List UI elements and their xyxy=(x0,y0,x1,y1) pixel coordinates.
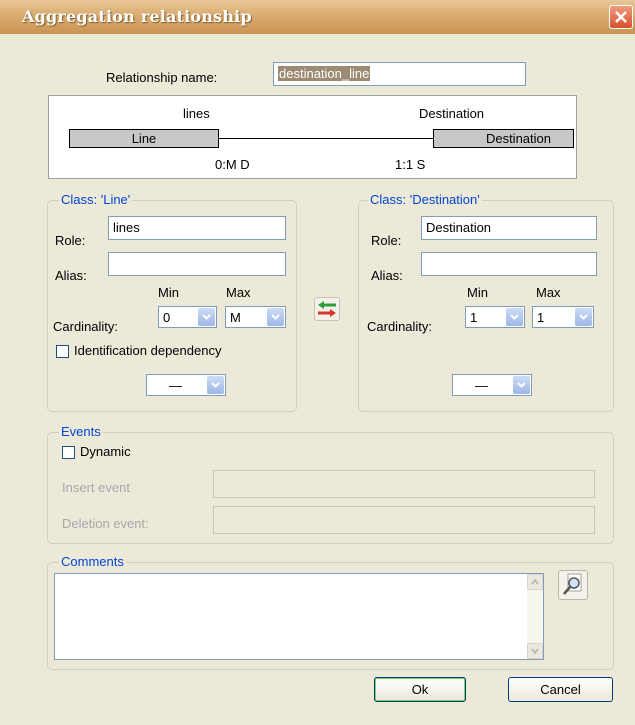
left-min-value: 0 xyxy=(163,310,171,325)
chevron-up-icon xyxy=(531,578,539,585)
left-alias-input[interactable] xyxy=(108,252,286,276)
comments-scrollbar[interactable] xyxy=(527,574,543,659)
magnifier-icon xyxy=(563,573,582,595)
left-cardinality-label: Cardinality: xyxy=(53,319,119,334)
relationship-name-label: Relationship name: xyxy=(106,70,218,85)
left-role-input[interactable]: lines xyxy=(108,216,286,240)
ok-button[interactable]: Ok xyxy=(374,677,466,702)
right-alias-input[interactable] xyxy=(421,252,597,276)
chevron-down-icon xyxy=(202,314,211,320)
left-max-value: M xyxy=(230,310,241,325)
right-role-label: Role: xyxy=(371,233,402,248)
insert-event-input[interactable] xyxy=(213,470,595,498)
right-extra-value: — xyxy=(475,378,488,393)
diagram-connector-line xyxy=(218,138,434,139)
diagram-left-role: lines xyxy=(183,106,210,121)
deletion-event-input[interactable] xyxy=(213,506,595,534)
right-min-value: 1 xyxy=(470,310,478,325)
cancel-button[interactable]: Cancel xyxy=(508,677,613,702)
comments-legend: Comments xyxy=(59,554,126,569)
close-icon xyxy=(615,11,627,23)
scroll-down-button[interactable] xyxy=(527,643,543,659)
left-alias-label: Alias: xyxy=(55,268,87,283)
right-min-select[interactable]: 1 xyxy=(465,306,525,328)
ident-dependency-label: Identification dependency xyxy=(74,343,222,358)
left-max-dropdown-button[interactable] xyxy=(267,308,284,326)
left-max-label: Max xyxy=(226,285,251,300)
right-max-select[interactable]: 1 xyxy=(532,306,594,328)
ident-dependency-checkbox[interactable] xyxy=(56,345,69,358)
title-bar[interactable]: Aggregation relationship xyxy=(0,0,635,34)
diagram-right-role: Destination xyxy=(419,106,485,121)
right-role-input[interactable]: Destination xyxy=(421,216,597,240)
left-min-label: Min xyxy=(158,285,179,300)
relationship-diagram: lines Destination Line Destination 0:M D… xyxy=(48,95,577,179)
diagram-left-entity: Line xyxy=(69,129,219,148)
left-min-select[interactable]: 0 xyxy=(158,306,217,328)
dynamic-label: Dynamic xyxy=(80,444,131,459)
left-role-label: Role: xyxy=(55,233,86,248)
relationship-name-input[interactable]: destination_line xyxy=(273,62,526,86)
class-right-legend: Class: 'Destination' xyxy=(368,192,482,207)
right-extra-select[interactable]: — xyxy=(452,374,532,396)
right-cardinality-label: Cardinality: xyxy=(367,319,433,334)
right-max-value: 1 xyxy=(537,310,545,325)
right-max-label: Max xyxy=(536,285,561,300)
left-extra-value: — xyxy=(169,378,182,393)
diagram-right-entity: Destination xyxy=(433,129,574,148)
chevron-down-icon xyxy=(579,314,588,320)
dialog-window: Aggregation relationship Relationship na… xyxy=(0,0,635,725)
left-extra-select[interactable]: — xyxy=(146,374,226,396)
zoom-comments-button[interactable] xyxy=(558,570,588,600)
diagram-right-cardinality: 1:1 S xyxy=(395,157,426,172)
chevron-down-icon xyxy=(531,648,539,655)
left-max-select[interactable]: M xyxy=(225,306,286,328)
scroll-up-button[interactable] xyxy=(527,574,543,590)
chevron-down-icon xyxy=(517,382,526,388)
right-extra-dropdown-button[interactable] xyxy=(513,376,530,394)
deletion-event-label: Deletion event: xyxy=(62,516,149,531)
diagram-left-cardinality: 0:M D xyxy=(215,157,250,172)
swap-classes-button[interactable] xyxy=(314,297,340,321)
close-button[interactable] xyxy=(609,5,633,29)
comments-textarea[interactable] xyxy=(54,573,544,660)
insert-event-label: Insert event xyxy=(62,480,130,495)
chevron-down-icon xyxy=(271,314,280,320)
class-left-legend: Class: 'Line' xyxy=(59,192,133,207)
right-max-dropdown-button[interactable] xyxy=(575,308,592,326)
right-min-dropdown-button[interactable] xyxy=(506,308,523,326)
chevron-down-icon xyxy=(510,314,519,320)
swap-arrows-icon xyxy=(318,301,336,317)
left-min-dropdown-button[interactable] xyxy=(198,308,215,326)
left-extra-dropdown-button[interactable] xyxy=(207,376,224,394)
right-min-label: Min xyxy=(467,285,488,300)
dynamic-checkbox[interactable] xyxy=(62,446,75,459)
window-title: Aggregation relationship xyxy=(22,7,252,26)
events-legend: Events xyxy=(59,424,103,439)
chevron-down-icon xyxy=(211,382,220,388)
right-alias-label: Alias: xyxy=(371,268,403,283)
